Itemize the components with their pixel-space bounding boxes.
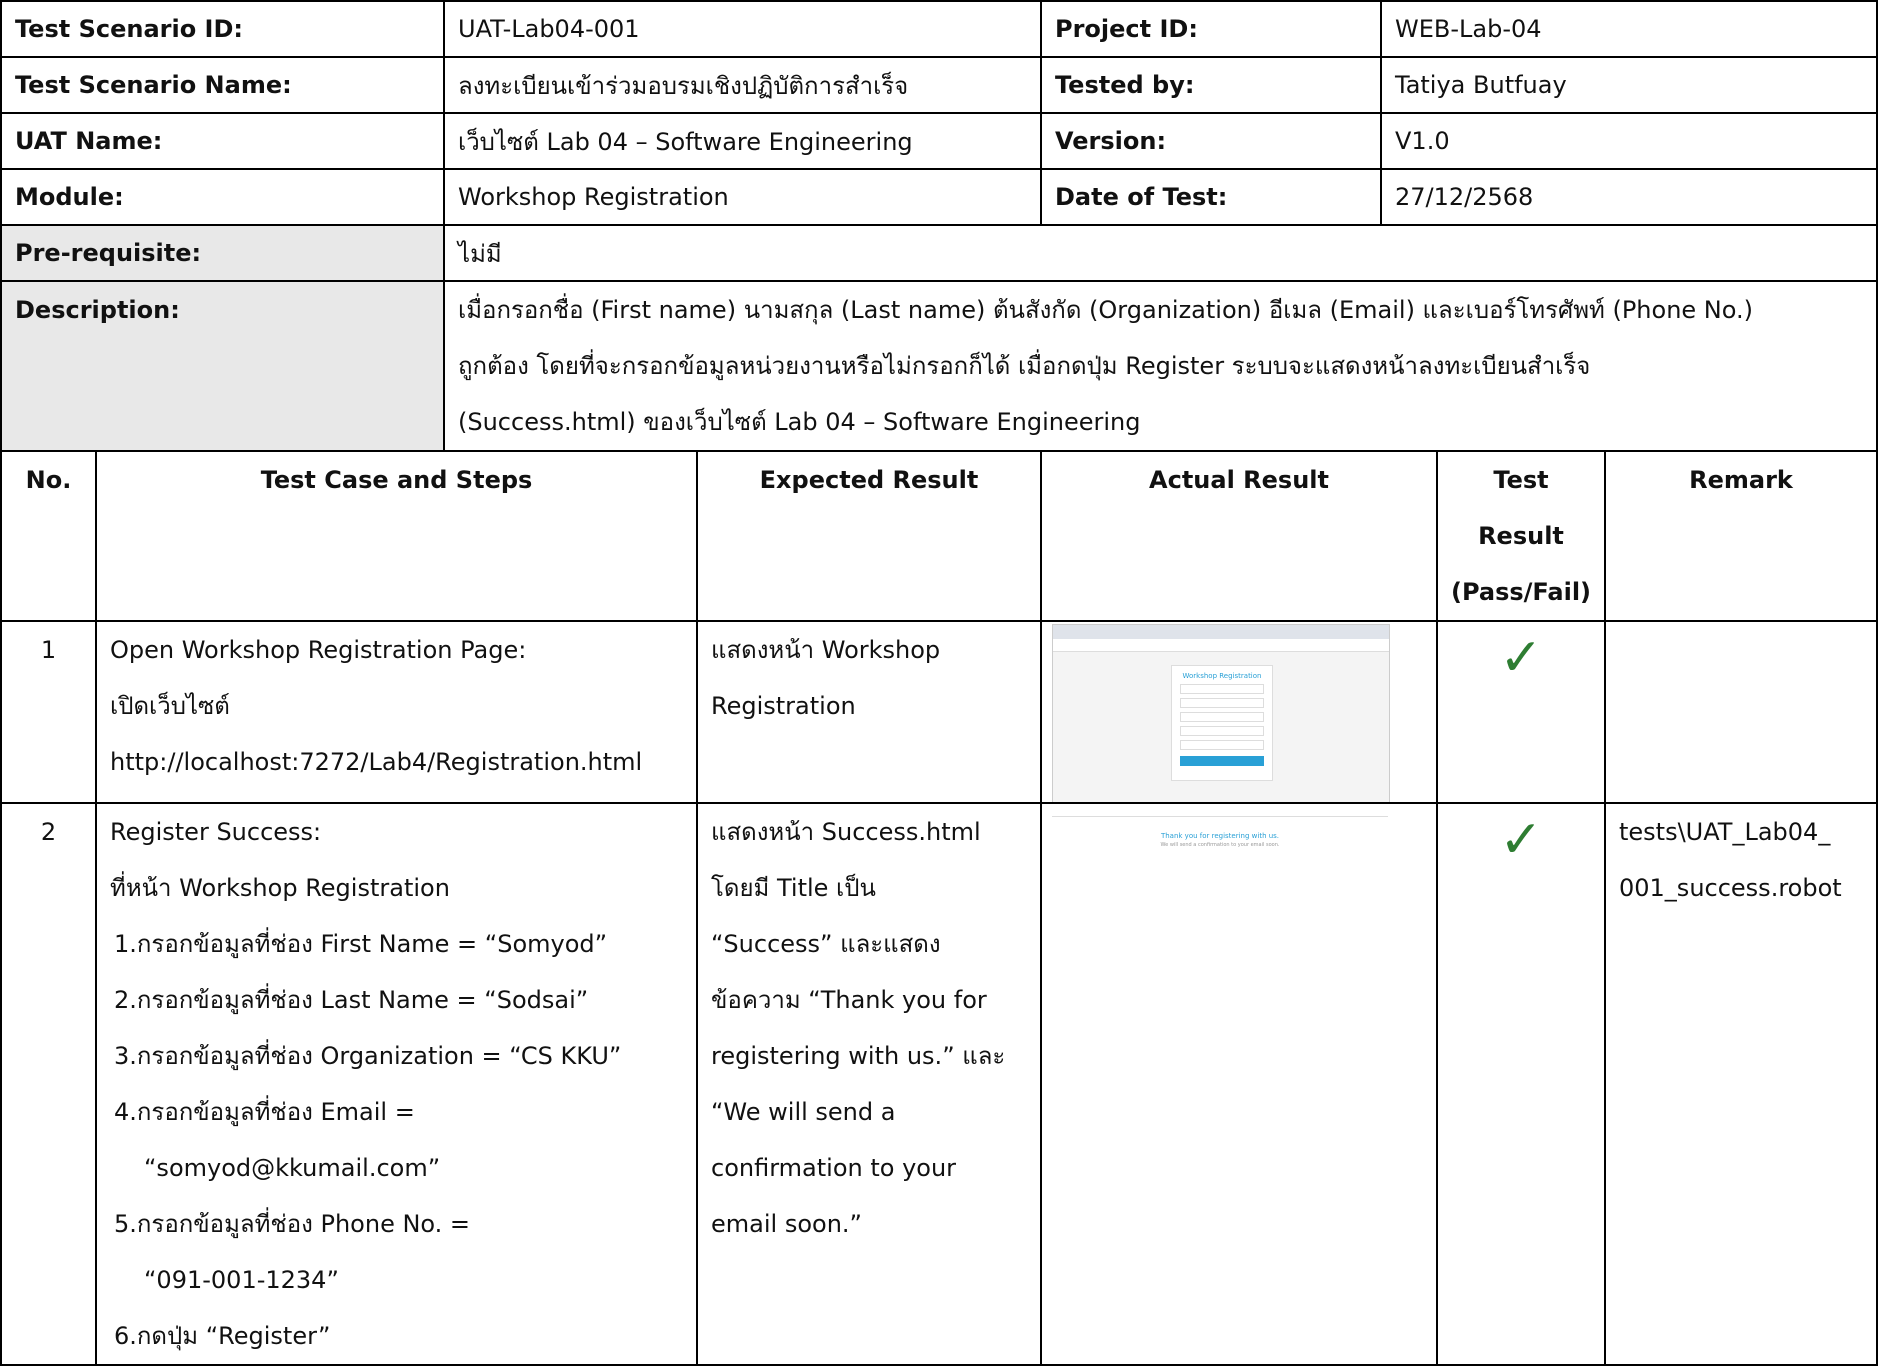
step-line: 2.กรอกข้อมูลที่ช่อง Last Name = “Sodsai” <box>114 986 589 1014</box>
expected-result: แสดงหน้า Success.html โดยมี Title เป็น “… <box>696 802 1042 1366</box>
expected-line: โดยมี Title เป็น <box>711 874 876 902</box>
registration-form-card: Workshop Registration <box>1171 665 1273 781</box>
column-header-test-result-line: Result <box>1478 522 1564 550</box>
uat-test-scenario-sheet: Test Scenario ID: UAT-Lab04-001 Project … <box>0 0 1879 1372</box>
info-row-uat-name: UAT Name: เว็บไซต์ Lab 04 – Software Eng… <box>0 112 1878 170</box>
step-line: 6.กดปุ่ม “Register” <box>114 1322 331 1350</box>
info-row-prerequisite: Pre-requisite: ไม่มี <box>0 224 1878 282</box>
column-header-steps: Test Case and Steps <box>95 450 698 622</box>
description-label: Description: <box>0 280 445 452</box>
step-line: ที่หน้า Workshop Registration <box>110 874 450 902</box>
description-line: (Success.html) ของเว็บไซต์ Lab 04 – Soft… <box>458 408 1141 436</box>
form-register-button <box>1180 756 1264 766</box>
tested-by-label: Tested by: <box>1040 56 1382 114</box>
scenario-name-value: ลงทะเบียนเข้าร่วมอบรมเชิงปฏิบัติการสำเร็… <box>443 56 1042 114</box>
step-line: Open Workshop Registration Page: <box>110 636 527 664</box>
form-field <box>1180 684 1264 694</box>
uat-name-value: เว็บไซต์ Lab 04 – Software Engineering <box>443 112 1042 170</box>
step-line: 5.กรอกข้อมูลที่ช่อง Phone No. = <box>114 1210 471 1238</box>
prerequisite-value: ไม่มี <box>443 224 1878 282</box>
column-header-test-result-line: (Pass/Fail) <box>1450 578 1592 606</box>
version-value: V1.0 <box>1380 112 1878 170</box>
form-field <box>1180 740 1264 750</box>
tested-by-value: Tatiya Butfuay <box>1380 56 1878 114</box>
date-of-test-value: 27/12/2568 <box>1380 168 1878 226</box>
step-line: Register Success: <box>110 818 322 846</box>
browser-tab-bar <box>1053 625 1389 639</box>
success-title: Thank you for registering with us. <box>1160 832 1280 840</box>
expected-line: email soon.” <box>711 1210 862 1238</box>
uat-name-label: UAT Name: <box>0 112 445 170</box>
project-id-value: WEB-Lab-04 <box>1380 0 1878 58</box>
expected-line: Registration <box>711 692 856 720</box>
registration-page-thumbnail: Workshop Registration <box>1052 624 1390 801</box>
info-row-scenario-id: Test Scenario ID: UAT-Lab04-001 Project … <box>0 0 1878 58</box>
checkmark-icon: ✓ <box>1499 810 1543 870</box>
column-header-no: No. <box>0 450 97 622</box>
step-line: 4.กรอกข้อมูลที่ช่อง Email = <box>114 1098 415 1126</box>
column-header-test-result-line: Test <box>1493 466 1549 494</box>
remark-line: tests\UAT_Lab04_ <box>1619 818 1831 846</box>
column-header-expected: Expected Result <box>696 450 1042 622</box>
actual-result-screenshot: Workshop Registration <box>1040 620 1438 804</box>
test-result-cell: ✓ <box>1436 620 1606 804</box>
module-value: Workshop Registration <box>443 168 1042 226</box>
info-row-module: Module: Workshop Registration Date of Te… <box>0 168 1878 226</box>
remark-line: 001_success.robot <box>1619 874 1842 902</box>
form-title: Workshop Registration <box>1182 672 1262 680</box>
prerequisite-label: Pre-requisite: <box>0 224 445 282</box>
table-row: 2 Register Success: ที่หน้า Workshop Reg… <box>0 802 1878 1366</box>
step-line: http://localhost:7272/Lab4/Registration.… <box>110 748 643 776</box>
column-header-remark: Remark <box>1604 450 1878 622</box>
expected-line: registering with us.” และ <box>711 1042 1006 1070</box>
version-label: Version: <box>1040 112 1382 170</box>
step-line: “somyod@kkumail.com” <box>144 1154 441 1182</box>
expected-line: ข้อความ “Thank you for <box>711 986 987 1014</box>
case-number: 1 <box>0 620 97 804</box>
test-cases-header-row: No. Test Case and Steps Expected Result … <box>0 450 1878 622</box>
module-label: Module: <box>0 168 445 226</box>
test-result-cell: ✓ <box>1436 802 1606 1366</box>
description-value: เมื่อกรอกชื่อ (First name) นามสกุล (Last… <box>443 280 1878 452</box>
expected-line: “Success” และแสดง <box>711 930 941 958</box>
scenario-id-label: Test Scenario ID: <box>0 0 445 58</box>
expected-line: แสดงหน้า Success.html <box>711 818 981 846</box>
expected-line: confirmation to your <box>711 1154 957 1182</box>
expected-line: แสดงหน้า Workshop <box>711 636 941 664</box>
expected-line: “We will send a <box>711 1098 896 1126</box>
expected-result: แสดงหน้า Workshop Registration <box>696 620 1042 804</box>
checkmark-icon: ✓ <box>1499 628 1543 688</box>
test-cases-table: No. Test Case and Steps Expected Result … <box>0 450 1878 1366</box>
case-number: 2 <box>0 802 97 1366</box>
form-field <box>1180 698 1264 708</box>
remark-cell <box>1604 620 1878 804</box>
browser-divider <box>1052 816 1388 817</box>
success-subtitle: We will send a confirmation to your emai… <box>1160 842 1280 848</box>
step-line: 1.กรอกข้อมูลที่ช่อง First Name = “Somyod… <box>114 930 608 958</box>
date-of-test-label: Date of Test: <box>1040 168 1382 226</box>
case-steps: Register Success: ที่หน้า Workshop Regis… <box>95 802 698 1366</box>
scenario-info-table: Test Scenario ID: UAT-Lab04-001 Project … <box>0 0 1878 452</box>
project-id-label: Project ID: <box>1040 0 1382 58</box>
column-header-test-result: Test Result (Pass/Fail) <box>1436 450 1606 622</box>
scenario-name-label: Test Scenario Name: <box>0 56 445 114</box>
actual-result-screenshot: Thank you for registering with us. We wi… <box>1040 802 1438 1366</box>
browser-address-bar <box>1053 639 1389 652</box>
form-field <box>1180 726 1264 736</box>
scenario-id-value: UAT-Lab04-001 <box>443 0 1042 58</box>
step-line: “091-001-1234” <box>144 1266 339 1294</box>
info-row-description: Description: เมื่อกรอกชื่อ (First name) … <box>0 280 1878 452</box>
remark-cell: tests\UAT_Lab04_ 001_success.robot <box>1604 802 1878 1366</box>
description-line: ถูกต้อง โดยที่จะกรอกข้อมูลหน่วยงานหรือไม… <box>458 352 1591 380</box>
column-header-actual: Actual Result <box>1040 450 1438 622</box>
step-line: เปิดเว็บไซต์ <box>110 692 230 720</box>
case-steps: Open Workshop Registration Page: เปิดเว็… <box>95 620 698 804</box>
info-row-scenario-name: Test Scenario Name: ลงทะเบียนเข้าร่วมอบร… <box>0 56 1878 114</box>
success-page-thumbnail: Thank you for registering with us. We wi… <box>1052 810 1388 870</box>
table-row: 1 Open Workshop Registration Page: เปิดเ… <box>0 620 1878 804</box>
description-line: เมื่อกรอกชื่อ (First name) นามสกุล (Last… <box>458 296 1754 324</box>
step-line: 3.กรอกข้อมูลที่ช่อง Organization = “CS K… <box>114 1042 622 1070</box>
form-field <box>1180 712 1264 722</box>
